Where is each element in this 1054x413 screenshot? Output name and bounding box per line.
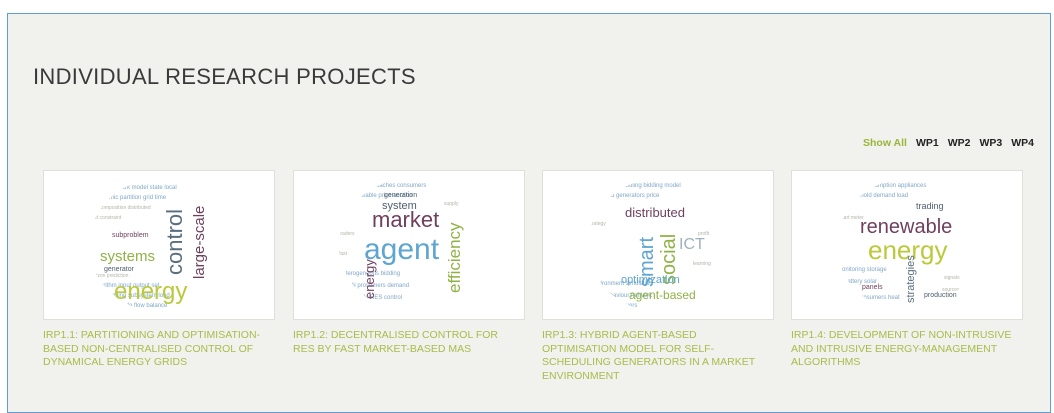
cloud-word: efficiency: [445, 222, 464, 293]
svg-text:strategy: strategy: [588, 221, 606, 227]
cloud-word: strategies: [905, 255, 917, 303]
filter-show-all[interactable]: Show All: [863, 137, 907, 149]
cloud-word: optimization: [621, 274, 680, 286]
word-cloud-graphic: network model state local dynamic partit…: [89, 179, 229, 311]
cloud-word: ICT: [679, 236, 705, 253]
word-cloud-graphic: approaches consumers renewable price auc…: [339, 179, 479, 311]
svg-text:learning: learning: [693, 261, 711, 267]
svg-text:decomposition distributed: decomposition distributed: [94, 205, 151, 211]
cloud-word: control: [162, 209, 187, 275]
project-title-link[interactable]: IRP1.2: DECENTRALISED CONTROL FOR RES BY…: [293, 329, 521, 356]
svg-text:dynamic partition grid time: dynamic partition grid time: [96, 195, 167, 201]
cloud-word: energy: [362, 259, 377, 299]
cloud-word: systems: [100, 248, 155, 265]
filter-wp2[interactable]: WP2: [948, 137, 971, 149]
svg-text:network model state local: network model state local: [109, 185, 177, 191]
project-title-link[interactable]: IRP1.3: HYBRID AGENT-BASED OPTIMISATION …: [542, 329, 770, 383]
svg-text:monitoring storage: monitoring storage: [837, 267, 887, 273]
svg-text:approaches consumers: approaches consumers: [364, 183, 426, 189]
project-card-irp1-4[interactable]: consumption appliances household demand …: [791, 170, 1023, 370]
svg-text:fast: fast: [339, 251, 348, 257]
filter-wp3[interactable]: WP3: [979, 137, 1002, 149]
svg-text:traders: traders: [339, 231, 355, 237]
svg-text:supply: supply: [444, 201, 459, 207]
cloud-word: production: [924, 292, 957, 299]
cloud-word: agent-based: [629, 288, 696, 302]
cloud-word: energy: [114, 278, 187, 305]
word-cloud-graphic: scheduling bidding model hybrid generato…: [588, 179, 728, 311]
svg-text:scheduling bidding model: scheduling bidding model: [613, 183, 681, 189]
project-title-link[interactable]: IRP1.1: PARTITIONING AND OPTIMISATION-BA…: [43, 329, 271, 370]
section-title: INDIVIDUAL RESEARCH PROJECTS: [33, 64, 416, 89]
cloud-word: generator: [104, 266, 135, 273]
project-card-irp1-1[interactable]: network model state local dynamic partit…: [43, 170, 275, 370]
cloud-word: subproblem: [112, 232, 149, 239]
cloud-word: trading: [916, 201, 944, 211]
project-card-irp1-3[interactable]: scheduling bidding model hybrid generato…: [542, 170, 774, 383]
svg-text:signals: signals: [944, 275, 960, 281]
svg-text:household demand load: household demand load: [844, 193, 908, 199]
project-card-irp1-2[interactable]: approaches consumers renewable price auc…: [293, 170, 525, 356]
filter-wp4[interactable]: WP4: [1011, 137, 1034, 149]
word-cloud-image[interactable]: scheduling bidding model hybrid generato…: [542, 170, 774, 320]
cloud-word: generation: [384, 192, 417, 199]
svg-text:consumers heat: consumers heat: [857, 295, 900, 301]
cloud-word: large-scale: [191, 206, 208, 279]
word-cloud-image[interactable]: network model state local dynamic partit…: [43, 170, 275, 320]
cloud-word: panels: [862, 284, 883, 291]
word-cloud-image[interactable]: approaches consumers renewable price auc…: [293, 170, 525, 320]
cloud-word: distributed: [625, 205, 685, 220]
word-cloud-graphic: consumption appliances household demand …: [837, 179, 977, 311]
word-cloud-image[interactable]: consumption appliances household demand …: [791, 170, 1023, 320]
svg-text:hybrid generators price: hybrid generators price: [598, 193, 660, 199]
cloud-word: system: [382, 200, 417, 212]
svg-text:cost constraint: cost constraint: [89, 215, 122, 221]
project-title-link[interactable]: IRP1.4: DEVELOPMENT OF NON-INTRUSIVE AND…: [791, 329, 1019, 370]
svg-text:players: players: [618, 303, 637, 309]
filter-wp1[interactable]: WP1: [916, 137, 939, 149]
work-package-filter: Show All WP1 WP2 WP3 WP4: [863, 137, 1034, 149]
svg-text:consumption appliances: consumption appliances: [862, 183, 926, 189]
